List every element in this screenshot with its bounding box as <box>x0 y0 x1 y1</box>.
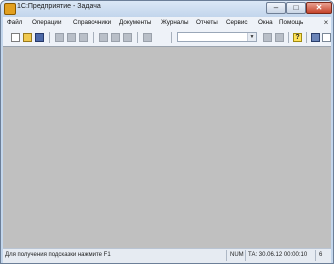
find-icon[interactable] <box>143 33 152 42</box>
print-icon[interactable] <box>99 33 108 42</box>
status-hint: Для получения подсказки нажмите F1 <box>5 252 111 258</box>
window-title: 1С:Предприятие - Задача <box>17 3 101 10</box>
status-ta-date: ТА: 30.06.12 00:00:10 <box>248 252 308 258</box>
redo-icon[interactable] <box>123 33 132 42</box>
chevron-down-icon[interactable]: ▼ <box>247 33 256 41</box>
menu-journals[interactable]: Журналы <box>161 19 189 26</box>
toolbar-separator <box>137 32 138 43</box>
app-window: 1С:Предприятие - Задача – □ ✕ Файл Опера… <box>0 0 334 264</box>
menu-reports[interactable]: Отчеты <box>196 19 218 26</box>
undo-icon[interactable] <box>111 33 120 42</box>
search-combo[interactable]: ▼ <box>177 32 257 42</box>
close-button[interactable]: ✕ <box>306 2 332 14</box>
close-child-icon[interactable]: × <box>321 18 331 28</box>
toolbar: ▼ ? <box>3 30 331 47</box>
menu-service[interactable]: Сервис <box>226 19 248 26</box>
menu-windows[interactable]: Окна <box>258 19 273 26</box>
minimize-button[interactable]: – <box>266 2 286 14</box>
app-logo-icon <box>4 3 16 15</box>
status-bar: Для получения подсказки нажмите F1 NUM Т… <box>3 248 331 263</box>
toolbar-separator <box>49 32 50 43</box>
find-prev-icon[interactable] <box>263 33 272 42</box>
maximize-button[interactable]: □ <box>286 2 306 14</box>
find-next-icon[interactable] <box>275 33 284 42</box>
cut-icon[interactable] <box>55 33 64 42</box>
menu-file[interactable]: Файл <box>7 19 22 26</box>
paste-icon[interactable] <box>79 33 88 42</box>
toolbar-separator <box>306 32 307 43</box>
calendar-icon[interactable] <box>322 33 331 42</box>
copy-icon[interactable] <box>67 33 76 42</box>
toolbar-separator <box>288 32 289 43</box>
status-separator <box>315 250 316 261</box>
menu-references[interactable]: Справочники <box>73 19 111 26</box>
menu-help[interactable]: Помощь <box>279 19 303 26</box>
status-num: NUM <box>230 252 244 258</box>
toolbar-separator <box>171 32 172 43</box>
new-document-icon[interactable] <box>11 33 20 42</box>
status-separator <box>245 250 246 261</box>
title-bar[interactable]: 1С:Предприятие - Задача – □ ✕ <box>1 1 333 17</box>
help-icon[interactable]: ? <box>293 33 302 42</box>
save-icon[interactable] <box>35 33 44 42</box>
menu-operations[interactable]: Операции <box>32 19 61 26</box>
workspace-area[interactable] <box>3 46 331 248</box>
status-page: 6 <box>319 252 323 258</box>
toolbar-separator <box>93 32 94 43</box>
menu-documents[interactable]: Документы <box>119 19 151 26</box>
status-separator <box>226 250 227 261</box>
calculator-icon[interactable] <box>311 33 320 42</box>
menu-bar: Файл Операции Справочники Документы Журн… <box>3 17 331 31</box>
open-folder-icon[interactable] <box>23 33 32 42</box>
